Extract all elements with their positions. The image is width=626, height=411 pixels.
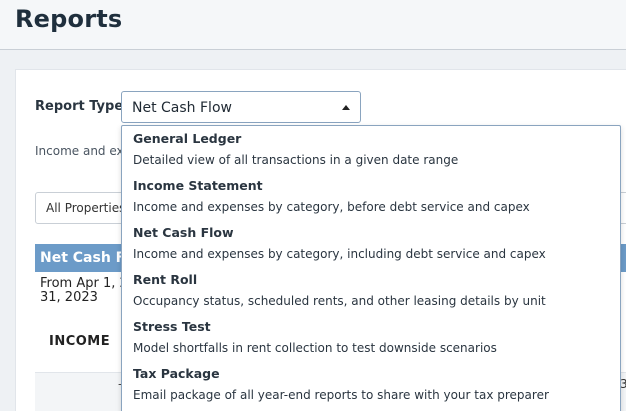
option-title: Income Statement (133, 178, 263, 193)
report-type-select[interactable]: Net Cash Flow (121, 91, 361, 123)
report-type-label: Report Type (35, 99, 124, 114)
dropdown-option-net-cash-flow[interactable]: Net Cash Flow Income and expenses by cat… (122, 220, 620, 267)
option-title: Rent Roll (133, 272, 198, 287)
option-title: Tax Package (133, 366, 220, 381)
option-description: Income and expenses by category, before … (133, 200, 530, 214)
option-description: Email package of all year-end reports to… (133, 388, 549, 402)
report-type-dropdown: General Ledger Detailed view of all tran… (121, 125, 621, 411)
option-title: Stress Test (133, 319, 211, 334)
income-section-heading: INCOME (49, 334, 111, 349)
option-description: Detailed view of all transactions in a g… (133, 153, 459, 167)
dropdown-option-stress-test[interactable]: Stress Test Model shortfalls in rent col… (122, 314, 620, 361)
option-description: Model shortfalls in rent collection to t… (133, 341, 497, 355)
dropdown-option-income-statement[interactable]: Income Statement Income and expenses by … (122, 173, 620, 220)
page-header: Reports (0, 0, 626, 50)
dropdown-option-general-ledger[interactable]: General Ledger Detailed view of all tran… (122, 126, 620, 173)
option-description: Occupancy status, scheduled rents, and o… (133, 294, 546, 308)
report-type-selected-value: Net Cash Flow (132, 100, 232, 116)
option-title: General Ledger (133, 131, 242, 146)
report-description: Income and exp (35, 144, 132, 158)
dropdown-option-tax-package[interactable]: Tax Package Email package of all year-en… (122, 361, 620, 408)
caret-up-icon (342, 105, 350, 110)
property-filter-label: All Properties (46, 201, 126, 215)
dropdown-option-rent-roll[interactable]: Rent Roll Occupancy status, scheduled re… (122, 267, 620, 314)
option-title: Net Cash Flow (133, 225, 234, 240)
page-title: Reports (15, 5, 123, 33)
property-filter[interactable]: All Properties (35, 192, 135, 224)
report-date-range: From Apr 1, 2 31, 2023 (40, 276, 128, 305)
option-description: Income and expenses by category, includi… (133, 247, 546, 261)
